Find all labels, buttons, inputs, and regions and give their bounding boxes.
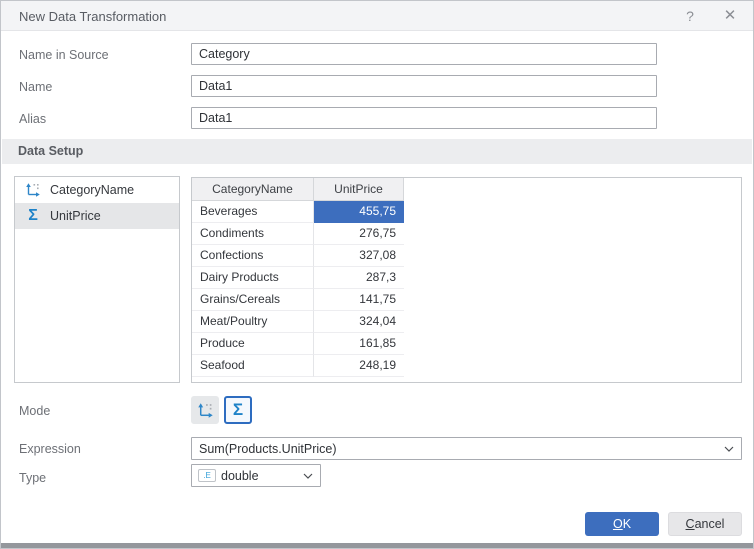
table-row[interactable]: Beverages 455,75 [192, 201, 741, 223]
alias-input[interactable] [191, 107, 657, 129]
expression-combobox[interactable]: Sum(Products.UnitPrice) [191, 437, 742, 460]
field-list-item-categoryname[interactable]: CategoryName [15, 177, 179, 203]
ok-button[interactable]: OK [585, 512, 659, 536]
list-item-label: UnitPrice [50, 209, 101, 223]
unitprice-cell[interactable]: 141,75 [314, 289, 404, 311]
table-row[interactable]: Dairy Products 287,3 [192, 267, 741, 289]
category-cell[interactable]: Dairy Products [192, 267, 314, 289]
chevron-down-icon [303, 473, 313, 479]
cancel-button[interactable]: Cancel [668, 512, 742, 536]
mode-measure-button[interactable]: Σ [224, 396, 252, 424]
close-icon[interactable]: ✕ [721, 7, 739, 25]
table-header-row: CategoryName UnitPrice [192, 178, 741, 201]
type-value: double [214, 469, 303, 483]
field-list-item-unitprice[interactable]: Σ UnitPrice [15, 203, 179, 229]
table-row[interactable]: Seafood 248,19 [192, 355, 741, 377]
preview-table: CategoryName UnitPrice Beverages 455,75 … [191, 177, 742, 383]
unitprice-cell-selected[interactable]: 455,75 [314, 201, 404, 223]
mode-dimension-button[interactable] [191, 396, 219, 424]
new-data-transformation-dialog: New Data Transformation ? ✕ Name in Sour… [0, 0, 754, 549]
title-bar: New Data Transformation ? ✕ [1, 1, 753, 31]
dimension-icon [23, 182, 43, 198]
data-setup-section-header: Data Setup [2, 139, 752, 164]
table-row[interactable]: Produce 161,85 [192, 333, 741, 355]
sigma-icon: Σ [23, 208, 43, 224]
category-cell[interactable]: Produce [192, 333, 314, 355]
table-row[interactable]: Meat/Poultry 324,04 [192, 311, 741, 333]
name-in-source-input[interactable] [191, 43, 657, 65]
expression-label: Expression [19, 442, 81, 456]
column-header-unitprice[interactable]: UnitPrice [314, 178, 404, 201]
unitprice-cell[interactable]: 248,19 [314, 355, 404, 377]
column-header-categoryname[interactable]: CategoryName [192, 178, 314, 201]
category-cell[interactable]: Grains/Cereals [192, 289, 314, 311]
mode-label: Mode [19, 404, 50, 418]
category-cell[interactable]: Meat/Poultry [192, 311, 314, 333]
unitprice-cell[interactable]: 324,04 [314, 311, 404, 333]
category-cell[interactable]: Confections [192, 245, 314, 267]
unitprice-cell[interactable]: 287,3 [314, 267, 404, 289]
name-input[interactable] [191, 75, 657, 97]
list-item-label: CategoryName [50, 183, 134, 197]
dialog-title: New Data Transformation [19, 9, 166, 24]
unitprice-cell[interactable]: 327,08 [314, 245, 404, 267]
unitprice-cell[interactable]: 161,85 [314, 333, 404, 355]
dimension-icon [197, 402, 214, 419]
unitprice-cell[interactable]: 276,75 [314, 223, 404, 245]
category-cell[interactable]: Beverages [192, 201, 314, 223]
name-label: Name [19, 80, 52, 94]
alias-label: Alias [19, 112, 46, 126]
help-icon[interactable]: ? [681, 7, 699, 25]
table-row[interactable]: Condiments 276,75 [192, 223, 741, 245]
sigma-icon: Σ [233, 402, 243, 418]
type-label: Type [19, 471, 46, 485]
type-dropdown[interactable]: .E double [191, 464, 321, 487]
data-setup-title: Data Setup [18, 144, 83, 158]
window-bottom-edge [1, 543, 753, 548]
category-cell[interactable]: Condiments [192, 223, 314, 245]
name-in-source-label: Name in Source [19, 48, 109, 62]
category-cell[interactable]: Seafood [192, 355, 314, 377]
chevron-down-icon [724, 446, 734, 452]
expression-value: Sum(Products.UnitPrice) [192, 442, 724, 456]
table-row[interactable]: Grains/Cereals 141,75 [192, 289, 741, 311]
table-row[interactable]: Confections 327,08 [192, 245, 741, 267]
field-list: CategoryName Σ UnitPrice [14, 176, 180, 383]
